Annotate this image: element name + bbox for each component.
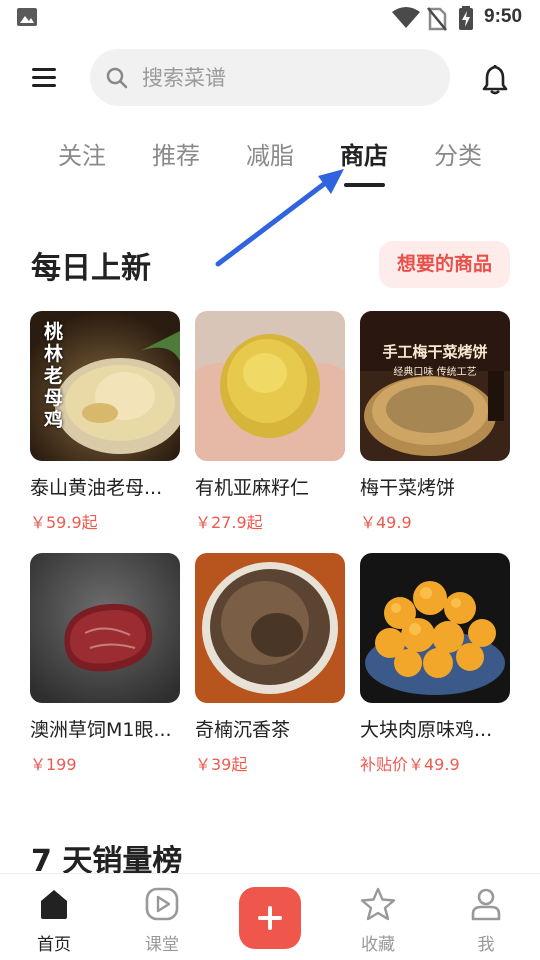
product-name: 澳洲草饲M1眼... xyxy=(30,719,172,741)
product-price: ￥199 xyxy=(30,755,77,774)
search-icon xyxy=(106,67,128,89)
no-sim-icon xyxy=(427,7,447,31)
add-button[interactable] xyxy=(239,887,301,949)
product-card[interactable]: 大块肉原味鸡... 补贴价￥49.9 xyxy=(360,553,512,775)
product-price: ￥27.9起 xyxy=(195,513,263,532)
product-name: 有机亚麻籽仁 xyxy=(195,477,310,499)
annotation-arrow-icon xyxy=(215,169,344,267)
image-subcaption: 经典口味 传统工艺 xyxy=(393,367,477,378)
nav-label: 我 xyxy=(477,935,495,955)
section-title-daily-new: 每日上新 xyxy=(31,251,151,286)
nav-class[interactable]: 课堂 xyxy=(127,886,197,955)
image-icon xyxy=(17,8,37,26)
product-image xyxy=(195,311,345,461)
nav-label: 课堂 xyxy=(145,935,179,955)
top-header xyxy=(0,48,540,108)
status-bar: 9:50 xyxy=(0,0,540,36)
menu-icon[interactable] xyxy=(28,66,62,92)
search-input[interactable] xyxy=(142,59,432,97)
product-image: 手工梅干菜烤饼 经典口味 传统工艺 xyxy=(360,311,510,461)
product-image xyxy=(30,553,180,703)
nav-home[interactable]: 首页 xyxy=(19,886,89,955)
nav-label: 收藏 xyxy=(361,935,395,955)
wish-products-button[interactable]: 想要的商品 xyxy=(379,241,510,288)
product-name: 大块肉原味鸡... xyxy=(360,719,493,741)
status-time: 9:50 xyxy=(484,6,523,27)
user-icon xyxy=(471,888,501,921)
product-card[interactable]: 奇楠沉香茶 ￥39起 xyxy=(195,553,347,775)
product-price: 补贴价￥49.9 xyxy=(360,755,460,774)
product-price: ￥49.9 xyxy=(360,513,412,532)
bell-icon[interactable] xyxy=(478,62,512,96)
product-card[interactable]: 手工梅干菜烤饼 经典口味 传统工艺 梅干菜烤饼 ￥49.9 xyxy=(360,311,512,533)
nav-label: 首页 xyxy=(37,935,71,955)
bottom-navigation: 首页 课堂 收藏 我 xyxy=(0,873,540,960)
tab-recommend[interactable]: 推荐 xyxy=(152,136,200,171)
product-image xyxy=(360,553,510,703)
product-name: 泰山黄油老母... xyxy=(30,477,163,499)
tab-follow[interactable]: 关注 xyxy=(58,136,106,171)
product-name: 奇楠沉香茶 xyxy=(195,719,291,741)
play-icon xyxy=(145,887,179,921)
product-card[interactable]: 桃林老母鸡 泰山黄油老母... ￥59.9起 xyxy=(30,311,182,533)
product-image xyxy=(195,553,345,703)
product-card[interactable]: 澳洲草饲M1眼... ￥199 xyxy=(30,553,182,775)
search-bar[interactable] xyxy=(90,49,450,106)
home-icon xyxy=(41,890,67,919)
star-icon xyxy=(360,887,396,921)
product-name: 梅干菜烤饼 xyxy=(360,477,456,499)
product-price: ￥59.9起 xyxy=(30,513,98,532)
product-card[interactable]: 有机亚麻籽仁 ￥27.9起 xyxy=(195,311,347,533)
product-price: ￥39起 xyxy=(195,755,248,774)
tab-category[interactable]: 分类 xyxy=(434,136,482,171)
image-caption: 桃林老母鸡 xyxy=(44,321,64,431)
nav-favorites[interactable]: 收藏 xyxy=(343,886,413,955)
image-caption: 手工梅干菜烤饼 xyxy=(382,343,488,361)
active-tab-indicator xyxy=(344,183,385,187)
wifi-icon xyxy=(392,7,420,28)
battery-charging-icon xyxy=(459,6,473,30)
nav-profile[interactable]: 我 xyxy=(451,886,521,955)
product-image: 桃林老母鸡 xyxy=(30,311,180,461)
